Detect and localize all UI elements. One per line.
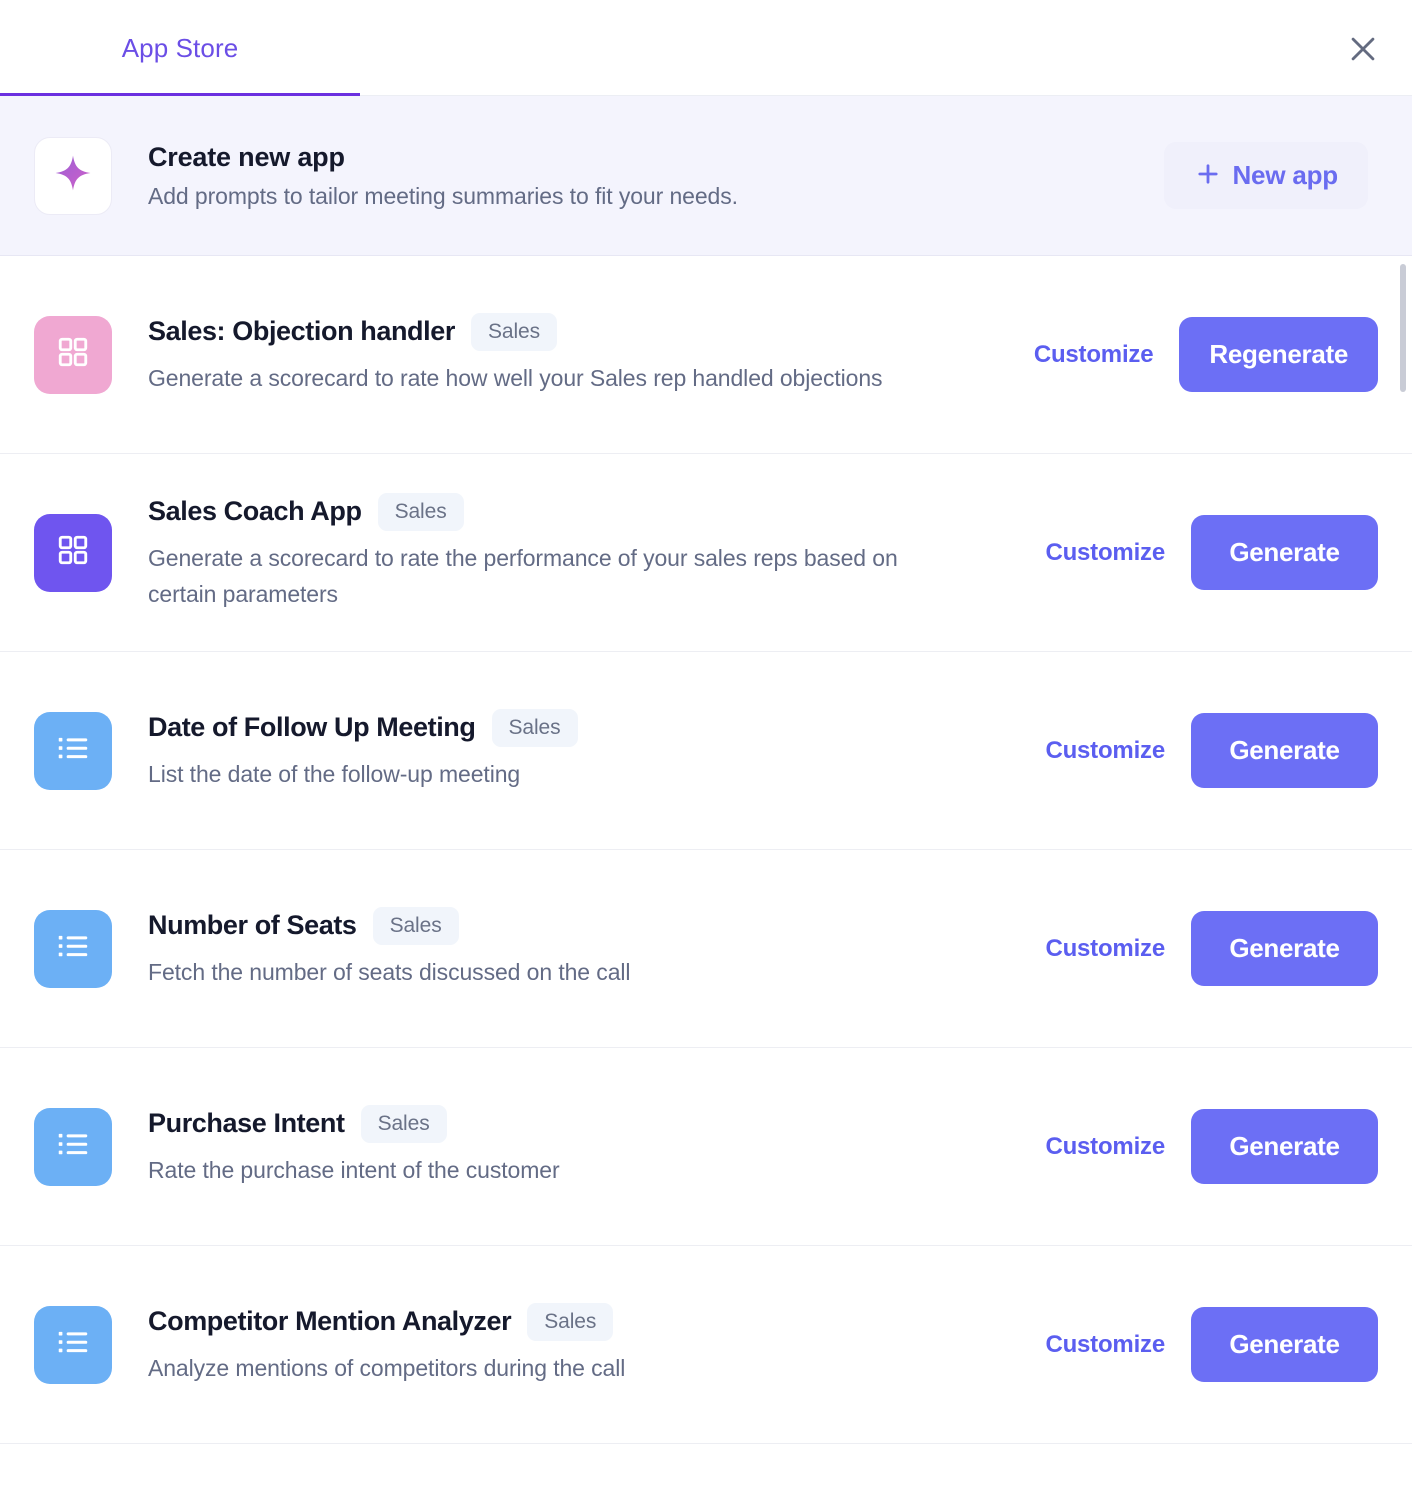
list-icon <box>54 1125 92 1168</box>
app-category-tag: Sales <box>360 1104 447 1143</box>
scrollbar-track[interactable] <box>1399 256 1407 1511</box>
window-header: App Store <box>0 0 1412 96</box>
generate-button[interactable]: Regenerate <box>1179 317 1378 392</box>
app-list-scroll-area[interactable]: Sales: Objection handler Sales Generate a … <box>0 256 1412 1511</box>
app-title-row: Number of Seats Sales <box>148 906 938 945</box>
app-info: Date of Follow Up Meeting Sales List the d… <box>148 708 968 793</box>
customize-button[interactable]: Customize <box>1045 737 1165 765</box>
app-icon-tile <box>34 513 112 592</box>
generate-button[interactable]: Generate <box>1191 515 1378 590</box>
app-category-tag: Sales <box>491 708 578 747</box>
create-new-app-banner: Create new app Add prompts to tailor mee… <box>0 96 1412 256</box>
generate-button[interactable]: Generate <box>1191 1307 1378 1382</box>
banner-text-block: Create new app Add prompts to tailor mee… <box>148 142 1164 210</box>
tab-strip: App Store <box>0 0 360 96</box>
app-row: Date of Follow Up Meeting Sales List the d… <box>0 652 1412 850</box>
app-actions: Customize Regenerate <box>1034 317 1378 392</box>
app-actions: Customize Generate <box>1045 1109 1378 1184</box>
app-title-row: Sales Coach App Sales <box>148 492 938 531</box>
banner-title: Create new app <box>148 141 345 172</box>
app-info: Sales: Objection handler Sales Generate a … <box>148 312 968 397</box>
new-app-button-label: New app <box>1232 160 1338 190</box>
app-info: Competitor Mention Analyzer Sales Analyze … <box>148 1302 968 1387</box>
banner-subtitle: Add prompts to tailor meeting summaries … <box>148 182 738 209</box>
app-icon-tile <box>34 711 112 790</box>
app-description: List the date of the follow-up meeting <box>148 760 521 787</box>
grid-icon <box>55 532 91 573</box>
sparkle-icon <box>51 151 95 200</box>
customize-button[interactable]: Customize <box>1045 539 1165 567</box>
sparkle-icon-tile <box>34 136 112 215</box>
app-description: Fetch the number of seats discussed on t… <box>148 958 631 985</box>
app-category-tag: Sales <box>372 906 459 945</box>
plus-icon <box>1194 160 1222 191</box>
generate-button[interactable]: Generate <box>1191 713 1378 788</box>
app-title-row: Competitor Mention Analyzer Sales <box>148 1302 938 1341</box>
app-description: Rate the purchase intent of the customer <box>148 1156 560 1183</box>
app-title: Purchase Intent <box>148 1108 345 1139</box>
generate-button[interactable]: Generate <box>1191 1109 1378 1184</box>
app-info: Number of Seats Sales Fetch the number of … <box>148 906 968 991</box>
close-icon <box>1346 32 1380 66</box>
app-info: Sales Coach App Sales Generate a scorecard… <box>148 492 968 612</box>
app-icon-tile <box>34 1107 112 1186</box>
app-actions: Customize Generate <box>1045 515 1378 590</box>
app-actions: Customize Generate <box>1045 911 1378 986</box>
app-title-row: Date of Follow Up Meeting Sales <box>148 708 938 747</box>
app-category-tag: Sales <box>377 492 464 531</box>
list-icon <box>54 729 92 772</box>
app-row: Purchase Intent Sales Rate the purchase in… <box>0 1048 1412 1246</box>
new-app-button[interactable]: New app <box>1164 142 1368 209</box>
app-row: Sales Coach App Sales Generate a scorecard… <box>0 454 1412 652</box>
app-category-tag: Sales <box>470 312 558 351</box>
scrollbar-thumb[interactable] <box>1400 264 1406 392</box>
generate-button[interactable]: Generate <box>1191 911 1378 986</box>
app-icon-tile <box>34 1305 112 1384</box>
app-row: Number of Seats Sales Fetch the number of … <box>0 850 1412 1048</box>
app-description: Generate a scorecard to rate how well yo… <box>148 364 883 391</box>
app-info: Purchase Intent Sales Rate the purchase in… <box>148 1104 968 1189</box>
list-icon <box>54 1323 92 1366</box>
app-title: Number of Seats <box>148 910 357 941</box>
app-description: Analyze mentions of competitors during t… <box>148 1354 626 1381</box>
app-actions: Customize Generate <box>1045 713 1378 788</box>
app-description: Generate a scorecard to rate the perform… <box>148 544 898 607</box>
customize-button[interactable]: Customize <box>1045 935 1165 963</box>
grid-icon <box>55 334 91 375</box>
list-icon <box>54 927 92 970</box>
app-actions: Customize Generate <box>1045 1307 1378 1382</box>
customize-button[interactable]: Customize <box>1045 1331 1165 1359</box>
app-row: Competitor Mention Analyzer Sales Analyze … <box>0 1246 1412 1444</box>
close-button[interactable] <box>1336 22 1390 76</box>
app-row: Sales: Objection handler Sales Generate a … <box>0 256 1412 454</box>
customize-button[interactable]: Customize <box>1034 341 1154 369</box>
tab-app-store[interactable]: App Store <box>0 0 360 96</box>
app-title-row: Purchase Intent Sales <box>148 1104 938 1143</box>
app-title: Date of Follow Up Meeting <box>148 712 476 743</box>
app-title-row: Sales: Objection handler Sales <box>148 312 938 351</box>
app-icon-tile <box>34 909 112 988</box>
customize-button[interactable]: Customize <box>1045 1133 1165 1161</box>
app-title: Competitor Mention Analyzer <box>148 1306 512 1337</box>
app-title: Sales: Objection handler <box>148 316 455 347</box>
tab-app-store-label: App Store <box>121 32 239 63</box>
app-title: Sales Coach App <box>148 496 362 527</box>
app-icon-tile <box>34 315 112 394</box>
app-category-tag: Sales <box>527 1302 614 1341</box>
app-list: Sales: Objection handler Sales Generate a … <box>0 256 1412 1444</box>
